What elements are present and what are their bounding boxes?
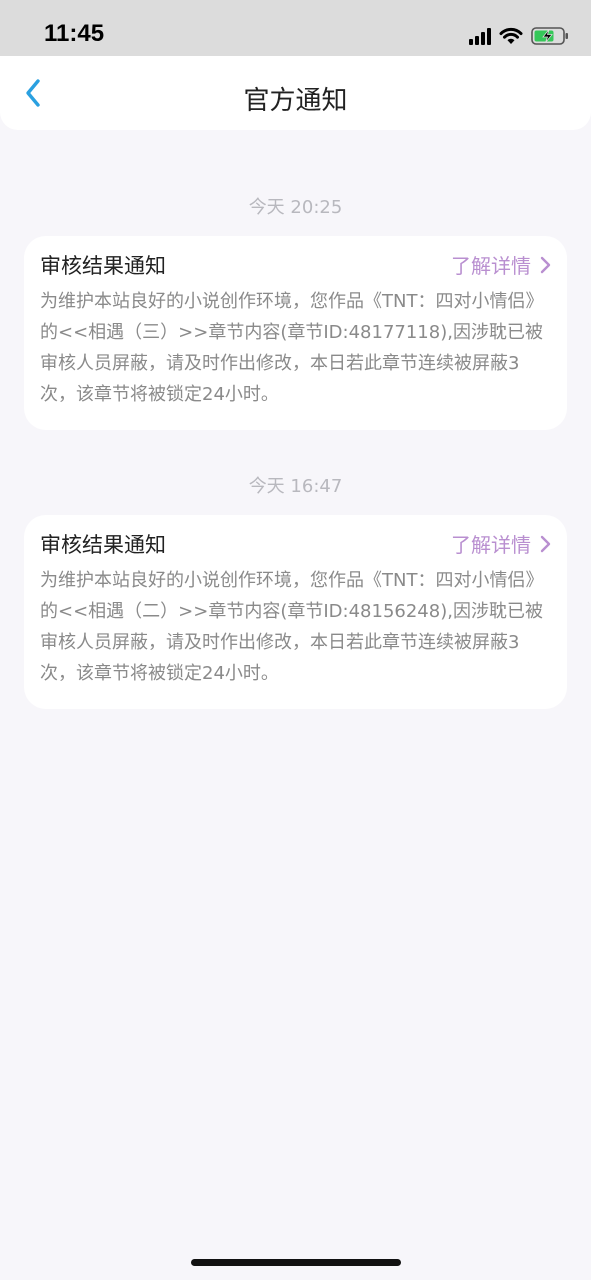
view-details-link[interactable]: 了解详情 bbox=[451, 529, 551, 558]
home-indicator[interactable] bbox=[191, 1259, 401, 1266]
notification-card[interactable]: 审核结果通知 了解详情 为维护本站良好的小说创作环境，您作品《TNT：四对小情侣… bbox=[24, 515, 567, 709]
notification-body: 为维护本站良好的小说创作环境，您作品《TNT：四对小情侣》的<<相遇（三）>>章… bbox=[40, 291, 544, 405]
view-details-label: 了解详情 bbox=[451, 533, 531, 557]
notification-title: 审核结果通知 bbox=[40, 254, 166, 278]
page-title: 官方通知 bbox=[243, 86, 348, 116]
navigation-bar: 官方通知 bbox=[0, 56, 591, 130]
notification-timestamp: 今天 20:25 bbox=[248, 197, 343, 218]
notification-timestamp: 今天 16:47 bbox=[248, 476, 343, 497]
wifi-icon bbox=[499, 27, 523, 44]
battery-charging-icon bbox=[531, 27, 568, 45]
view-details-link[interactable]: 了解详情 bbox=[451, 250, 551, 279]
view-details-label: 了解详情 bbox=[451, 254, 531, 278]
status-time: 11:45 bbox=[44, 20, 105, 47]
notification-body: 为维护本站良好的小说创作环境，您作品《TNT：四对小情侣》的<<相遇（二）>>章… bbox=[40, 570, 544, 684]
notification-title: 审核结果通知 bbox=[40, 533, 166, 557]
chevron-right-icon bbox=[540, 256, 551, 273]
notification-card[interactable]: 审核结果通知 了解详情 为维护本站良好的小说创作环境，您作品《TNT：四对小情侣… bbox=[24, 236, 567, 430]
status-icons bbox=[469, 26, 569, 46]
status-bar: 11:45 bbox=[0, 0, 591, 60]
chevron-right-icon bbox=[540, 535, 551, 552]
cellular-signal-icon bbox=[469, 27, 491, 45]
